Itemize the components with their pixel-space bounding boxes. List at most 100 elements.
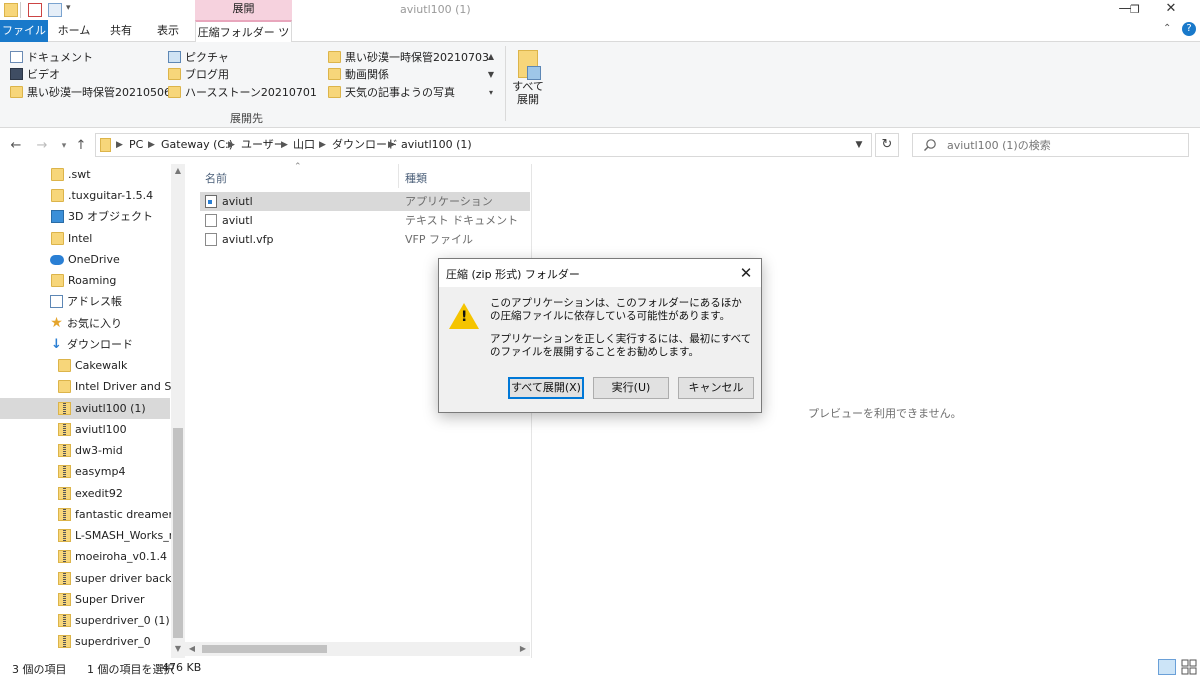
tree-item[interactable]: .swt [0, 164, 170, 185]
breadcrumb-item[interactable]: PC [129, 134, 143, 156]
address-dropdown-icon[interactable]: ▼ [851, 137, 867, 153]
destination-folder[interactable]: 動画関係 [328, 66, 389, 83]
tree-item[interactable]: super driver backing [0, 568, 185, 589]
document-icon [10, 51, 23, 63]
tree-item[interactable]: fantastic dreamer [0, 504, 173, 525]
tree-item-label: アドレス帳 [67, 295, 122, 308]
tab-home[interactable]: ホーム [48, 20, 100, 42]
scroll-right-icon[interactable]: ▶ [516, 642, 530, 656]
tree-item[interactable]: Intel [0, 228, 170, 249]
tree-item[interactable]: L-SMASH_Works_r94 [0, 525, 185, 546]
ribbon-collapse-icon[interactable]: ⌃ [1163, 23, 1171, 34]
zip-folder-icon [58, 635, 71, 648]
gallery-more-icon[interactable]: ▾ [484, 84, 498, 101]
destination-folder[interactable]: 天気の記事ようの写真 [328, 84, 455, 101]
extract-all-button[interactable]: すべて展開 [512, 48, 544, 110]
tree-item[interactable]: superdriver_0 (1) [0, 610, 170, 631]
extract-all-dialog-button[interactable]: すべて展開(X) [508, 377, 584, 399]
tree-item-label: L-SMASH_Works_r94 [75, 529, 185, 542]
destination-videos[interactable]: ビデオ [10, 66, 60, 83]
tree-item[interactable]: dw3-mid [0, 440, 170, 461]
search-box[interactable] [912, 133, 1189, 157]
zip-folder-icon [58, 614, 71, 627]
qat-dropdown-icon[interactable]: ▾ [66, 3, 71, 13]
search-input[interactable] [947, 134, 1185, 156]
scroll-thumb[interactable] [173, 428, 183, 638]
refresh-button[interactable]: ↻ [875, 133, 899, 157]
address-bar[interactable]: ▶ PC ▶ Gateway (C:) ▶ ユーザー ▶ 山口 ▶ ダウンロード… [95, 133, 872, 157]
tree-item[interactable]: 3D オブジェクト [0, 206, 170, 227]
video-icon [10, 68, 23, 80]
new-folder-icon[interactable] [48, 3, 62, 17]
tree-scrollbar[interactable]: ▲ ▼ [171, 164, 185, 658]
large-icons-view-icon[interactable] [1181, 659, 1197, 675]
details-view-icon[interactable] [1158, 659, 1176, 675]
breadcrumb-item[interactable]: 山口 [293, 134, 315, 156]
tree-item-label: superdriver_0 [75, 635, 151, 648]
gallery-up-icon[interactable]: ▲ [484, 48, 498, 65]
gallery-down-icon[interactable]: ▼ [484, 66, 498, 83]
properties-icon[interactable] [28, 3, 42, 17]
destination-label: 動画関係 [345, 68, 389, 81]
tree-item[interactable]: exedit92 [0, 483, 170, 504]
column-header-type[interactable]: 種類 [405, 170, 427, 186]
chevron-right-icon: ▶ [116, 140, 123, 150]
tab-share[interactable]: 共有 [100, 20, 142, 42]
file-row[interactable]: aviutl アプリケーション [200, 192, 530, 211]
onedrive-icon [50, 255, 64, 265]
navigation-pane: .swt .tuxguitar-1.5.4 3D オブジェクト Intel On… [0, 164, 185, 658]
cancel-button[interactable]: キャンセル [678, 377, 754, 399]
breadcrumb-item[interactable]: Gateway (C:) [161, 134, 233, 156]
destination-folder[interactable]: ハースストーン20210701 [168, 84, 317, 101]
destination-folder[interactable]: 黒い砂漠一時保管20210506 [10, 84, 171, 101]
tree-item[interactable]: superdriver_0 [0, 631, 170, 652]
tree-item[interactable]: moeiroha_v0.1.4 [0, 546, 170, 567]
dialog-title-bar: 圧縮 (zip 形式) フォルダー ✕ [439, 259, 761, 287]
tree-item[interactable]: Roaming [0, 270, 170, 291]
tree-item-label: .swt [68, 168, 91, 181]
destination-folder[interactable]: ブログ用 [168, 66, 229, 83]
up-button[interactable]: ↑ [71, 136, 91, 156]
tree-item[interactable]: ★ お気に入り [0, 313, 170, 334]
forward-button[interactable]: → [32, 136, 52, 156]
destination-label: 黒い砂漠一時保管20210703 [345, 51, 489, 64]
back-button[interactable]: ← [6, 136, 26, 156]
dialog-close-button[interactable]: ✕ [735, 263, 757, 283]
tree-item-selected[interactable]: aviutl100 (1) [0, 398, 170, 419]
scroll-up-icon[interactable]: ▲ [171, 164, 185, 178]
help-icon[interactable]: ? [1182, 22, 1196, 36]
zip-folder-icon [58, 423, 71, 436]
breadcrumb-item[interactable]: ユーザー [241, 134, 285, 156]
scroll-thumb[interactable] [202, 645, 327, 653]
tree-item[interactable]: Cakewalk [0, 355, 170, 376]
destination-documents[interactable]: ドキュメント [10, 49, 93, 66]
file-row[interactable]: aviutl.vfp VFP ファイル [200, 230, 530, 249]
scroll-left-icon[interactable]: ◀ [185, 642, 199, 656]
destination-pictures[interactable]: ピクチャ [168, 49, 229, 66]
tree-item[interactable]: OneDrive [0, 249, 170, 270]
column-divider[interactable] [398, 164, 399, 188]
file-type: アプリケーション [405, 195, 493, 208]
file-row[interactable]: aviutl テキスト ドキュメント [200, 211, 530, 230]
tree-item[interactable]: Intel Driver and Supp [0, 376, 185, 397]
scroll-down-icon[interactable]: ▼ [171, 642, 185, 656]
tab-file[interactable]: ファイル [0, 20, 48, 42]
column-header-name[interactable]: 名前 [205, 170, 227, 186]
run-button[interactable]: 実行(U) [593, 377, 669, 399]
destination-folder[interactable]: 黒い砂漠一時保管20210703 [328, 49, 489, 66]
zip-folder-icon [58, 529, 71, 542]
tree-item[interactable]: aviutl100 [0, 419, 170, 440]
tree-item[interactable]: ↓ ダウンロード [0, 334, 170, 355]
close-button[interactable]: ✕ [1148, 0, 1194, 20]
status-size: 476 KB [162, 661, 202, 674]
tree-item[interactable]: easymp4 [0, 461, 170, 482]
tree-item-label: ダウンロード [67, 338, 133, 351]
breadcrumb-item[interactable]: aviutl100 (1) [401, 134, 472, 156]
tree-item[interactable]: アドレス帳 [0, 291, 170, 312]
download-icon: ↓ [51, 337, 62, 352]
tab-compressed-folder-tools[interactable]: 圧縮フォルダー ツール [195, 20, 292, 60]
horizontal-scrollbar[interactable]: ◀ ▶ [185, 642, 530, 656]
tree-item[interactable]: Super Driver [0, 589, 170, 610]
tree-item[interactable]: .tuxguitar-1.5.4 [0, 185, 170, 206]
tab-view[interactable]: 表示 [142, 20, 194, 42]
